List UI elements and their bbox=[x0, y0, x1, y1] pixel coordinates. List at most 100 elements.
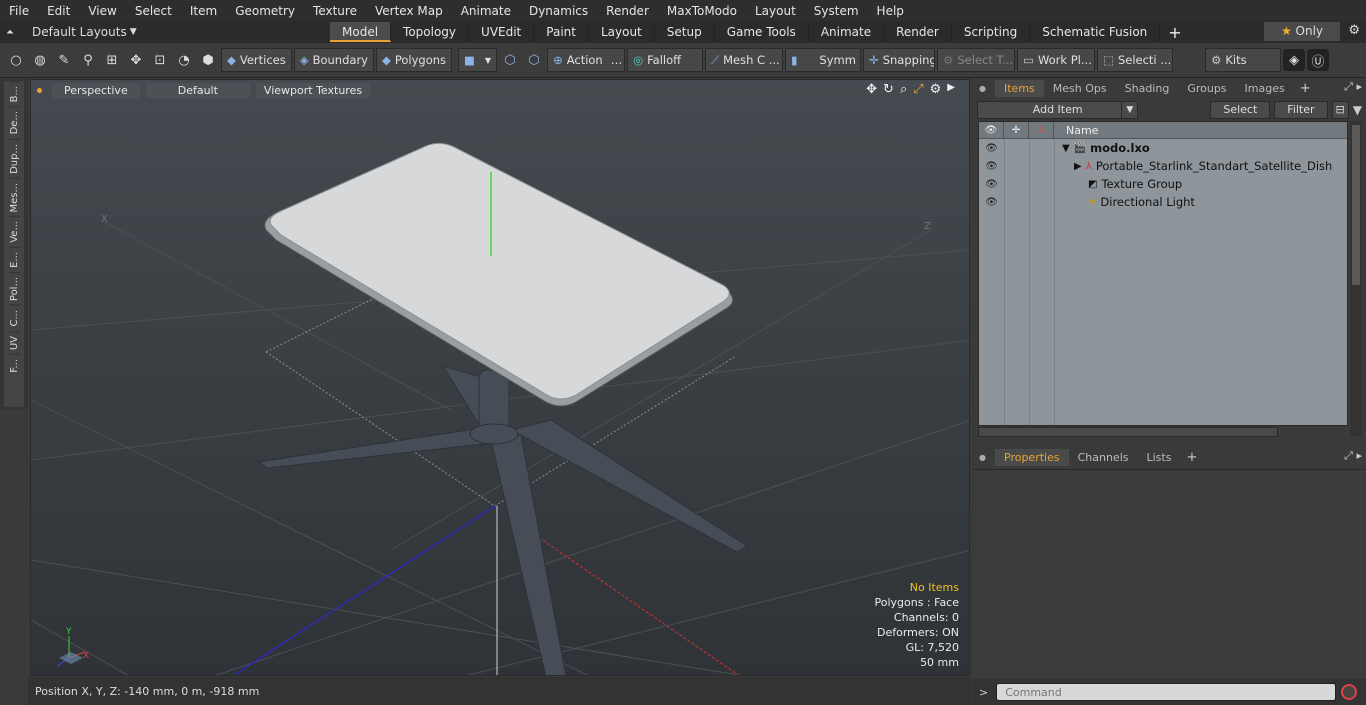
layouts-dropdown[interactable]: ⏶ Default Layouts ▼ bbox=[0, 25, 330, 39]
viewport-textures-button[interactable]: Viewport Textures bbox=[255, 82, 371, 98]
eye-icon[interactable]: 👁 bbox=[979, 179, 1004, 190]
list-item[interactable]: 👁 ▶ ⅄ Portable_Starlink_Standart_Satelli… bbox=[979, 157, 1347, 175]
funnel-icon[interactable]: ▼ bbox=[1353, 103, 1362, 117]
scale-icon[interactable]: ⊡ bbox=[149, 49, 171, 71]
collapse-icon[interactable]: ⊟ bbox=[1331, 100, 1349, 119]
zoom-icon[interactable]: ⌕ bbox=[900, 82, 907, 97]
tab-schematic-fusion[interactable]: Schematic Fusion bbox=[1030, 22, 1161, 42]
name-column-header[interactable]: Name bbox=[1054, 124, 1098, 137]
tab-scripting[interactable]: Scripting bbox=[952, 22, 1031, 42]
polygons-button[interactable]: ◆ Polygons bbox=[375, 48, 453, 72]
record-icon[interactable] bbox=[1341, 684, 1358, 700]
unreal-icon[interactable]: Ⓤ bbox=[1307, 49, 1330, 71]
panel-expand-icon[interactable]: ⤢ ▸ bbox=[1344, 80, 1362, 94]
left-tab-polygon[interactable]: Pol... bbox=[8, 271, 20, 305]
menu-texture[interactable]: Texture bbox=[304, 4, 366, 18]
tab-paint[interactable]: Paint bbox=[534, 22, 589, 42]
maximize-icon[interactable]: ⤢ bbox=[913, 82, 923, 97]
left-tab-vertex[interactable]: Ve... bbox=[8, 216, 20, 248]
panel-menu-icon[interactable]: ● bbox=[979, 453, 989, 462]
list-item[interactable]: 👁 ▼ 🎬 modo.lxo bbox=[979, 139, 1347, 157]
snapping-button[interactable]: ✛ Snapping bbox=[863, 48, 936, 72]
unity-icon[interactable]: ◈ bbox=[1283, 49, 1306, 71]
chevron-down-icon[interactable]: ▼ bbox=[1121, 101, 1137, 118]
kits-button[interactable]: ⚙ Kits bbox=[1205, 48, 1282, 72]
menu-dynamics[interactable]: Dynamics bbox=[520, 4, 597, 18]
tab-layout[interactable]: Layout bbox=[589, 22, 655, 42]
tab-mesh-ops[interactable]: Mesh Ops bbox=[1044, 80, 1116, 97]
circle-select-icon[interactable]: ○ bbox=[5, 49, 27, 71]
filter-button[interactable]: Filter bbox=[1274, 100, 1328, 119]
3d-viewport[interactable]: X Z Y X Perspective Default Viewport Tex… bbox=[30, 79, 970, 676]
rotate-icon[interactable]: ◔ bbox=[173, 49, 195, 71]
menu-view[interactable]: View bbox=[79, 4, 125, 18]
globe-icon[interactable]: ◍ bbox=[29, 49, 51, 71]
tab-lists[interactable]: Lists bbox=[1138, 449, 1181, 466]
action-center-button[interactable]: ⊕ Action… bbox=[547, 48, 626, 72]
expand-down-icon[interactable]: ▼ bbox=[1062, 143, 1070, 154]
select-button[interactable]: Select bbox=[1210, 100, 1271, 119]
orbit-icon[interactable]: ↻ bbox=[883, 82, 894, 97]
left-tab-curve[interactable]: C... bbox=[8, 304, 20, 331]
tab-uvedit[interactable]: UVEdit bbox=[469, 22, 535, 42]
eye-icon[interactable]: 👁 bbox=[979, 143, 1004, 154]
add-tab-icon[interactable]: + bbox=[1160, 23, 1189, 42]
symmetry-y-icon[interactable]: ⬡ bbox=[523, 49, 545, 71]
tab-shading[interactable]: Shading bbox=[1116, 80, 1179, 97]
tab-model[interactable]: Model bbox=[330, 22, 392, 42]
left-tab-basic[interactable]: B... bbox=[8, 81, 20, 107]
only-toggle[interactable]: ★ Only bbox=[1264, 22, 1340, 41]
horizontal-scrollbar[interactable] bbox=[978, 427, 1278, 437]
menu-geometry[interactable]: Geometry bbox=[226, 4, 304, 18]
pen-icon[interactable]: ✎ bbox=[53, 49, 75, 71]
left-tab-mesh-edit[interactable]: Mes... bbox=[8, 177, 20, 217]
vertices-button[interactable]: ◆ Vertices bbox=[221, 48, 292, 72]
symmetry-x-icon[interactable]: ⬡ bbox=[499, 49, 521, 71]
menu-render[interactable]: Render bbox=[597, 4, 658, 18]
add-panel-tab-icon[interactable]: + bbox=[1294, 81, 1317, 96]
add-panel-tab-icon[interactable]: + bbox=[1180, 450, 1203, 465]
brush-icon[interactable]: ⚲ bbox=[77, 49, 99, 71]
move-icon[interactable]: ✥ bbox=[125, 49, 147, 71]
left-tab-uv[interactable]: UV bbox=[8, 330, 20, 354]
tab-channels[interactable]: Channels bbox=[1069, 449, 1138, 466]
command-input[interactable] bbox=[996, 683, 1337, 701]
vertical-scrollbar[interactable] bbox=[1350, 121, 1362, 436]
tab-properties[interactable]: Properties bbox=[995, 448, 1069, 466]
menu-help[interactable]: Help bbox=[868, 4, 913, 18]
viewport-menu-icon[interactable] bbox=[37, 87, 42, 93]
panel-expand-icon[interactable]: ⤢ ▸ bbox=[1344, 449, 1362, 463]
symmetry-button[interactable]: ▮Symm ... bbox=[785, 48, 862, 72]
menu-maxtomodo[interactable]: MaxToModo bbox=[658, 4, 746, 18]
pan-icon[interactable]: ✥ bbox=[866, 82, 877, 97]
list-item[interactable]: 👁 ◩ Texture Group bbox=[979, 175, 1347, 193]
gear-icon[interactable]: ⚙ bbox=[1348, 23, 1360, 38]
shading-mode-button[interactable]: Default bbox=[145, 82, 250, 98]
list-item[interactable]: 👁 ✦ Directional Light bbox=[979, 193, 1347, 211]
menu-select[interactable]: Select bbox=[126, 4, 181, 18]
left-tab-deform[interactable]: De... bbox=[8, 106, 20, 139]
material-mode-button[interactable]: ■ ▼ bbox=[458, 48, 498, 72]
menu-item[interactable]: Item bbox=[181, 4, 226, 18]
selection-sets-button[interactable]: ⬚ Selecti ... bbox=[1097, 48, 1174, 72]
visibility-column-icon[interactable]: 👁 bbox=[979, 121, 1004, 139]
locator-column-icon[interactable]: ⅄ bbox=[1029, 121, 1054, 139]
transform-icon[interactable]: ⊞ bbox=[101, 49, 123, 71]
layout-up-icon[interactable]: ⏶ bbox=[6, 27, 14, 38]
menu-system[interactable]: System bbox=[805, 4, 868, 18]
view-mode-button[interactable]: Perspective bbox=[52, 82, 140, 98]
work-plane-button[interactable]: ▭ Work Pl... bbox=[1017, 48, 1096, 72]
left-tab-edge[interactable]: E... bbox=[8, 247, 20, 272]
tab-setup[interactable]: Setup bbox=[655, 22, 715, 42]
menu-animate[interactable]: Animate bbox=[452, 4, 520, 18]
tab-animate[interactable]: Animate bbox=[809, 22, 885, 42]
panel-menu-icon[interactable]: ● bbox=[979, 84, 989, 93]
tab-render[interactable]: Render bbox=[884, 22, 952, 42]
eye-icon[interactable]: 👁 bbox=[979, 197, 1004, 208]
tab-topology[interactable]: Topology bbox=[391, 22, 470, 42]
play-icon[interactable]: ▶ bbox=[947, 82, 955, 97]
lock-column-icon[interactable]: ✛ bbox=[1004, 121, 1029, 139]
mesh-constraint-button[interactable]: ⟋ Mesh C ... bbox=[705, 48, 784, 72]
boundary-button[interactable]: ◈ Boundary bbox=[293, 48, 374, 72]
menu-vertex-map[interactable]: Vertex Map bbox=[366, 4, 452, 18]
